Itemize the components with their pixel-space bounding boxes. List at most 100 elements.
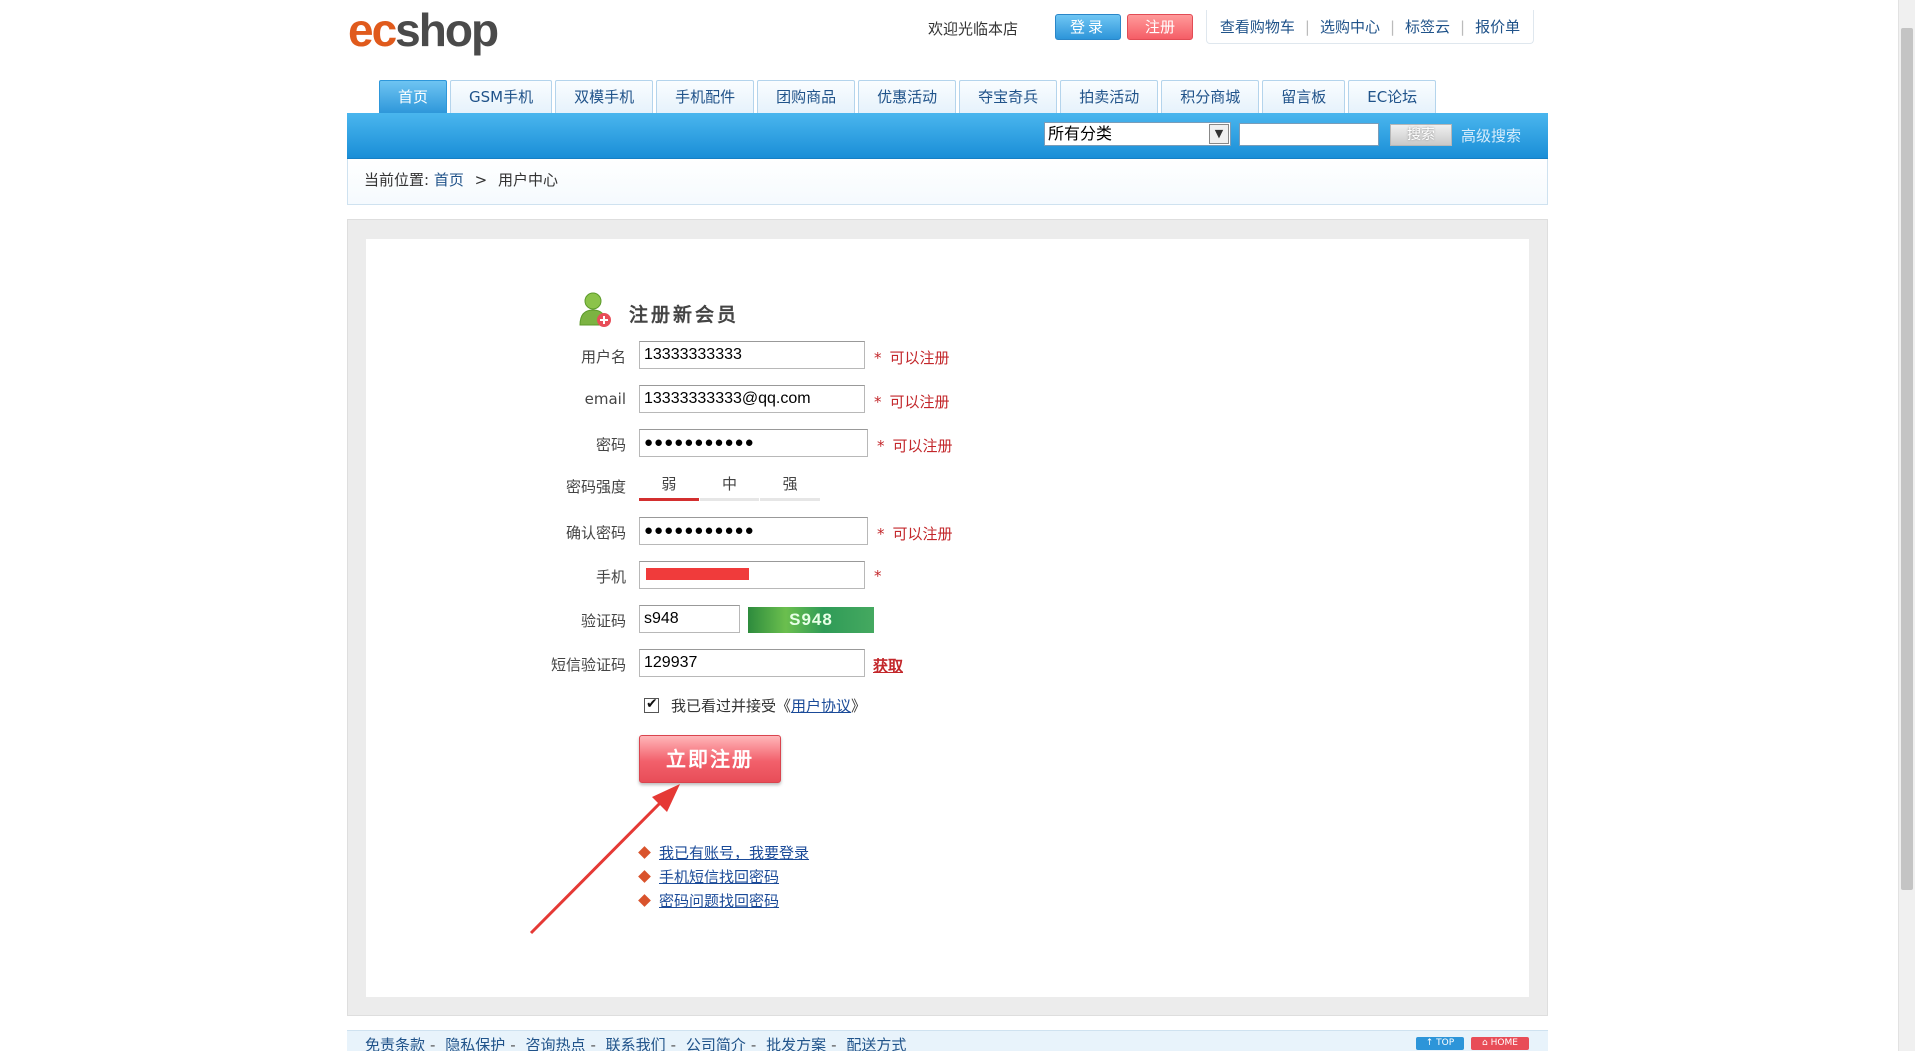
footer-link-about[interactable]: 公司简介 [686, 1036, 746, 1051]
confirm-password-label: 确认密码 [565, 524, 626, 542]
tab-auction[interactable]: 拍卖活动 [1060, 80, 1159, 113]
chevron-down-icon[interactable]: ▼ [1209, 124, 1229, 144]
phone-field[interactable] [639, 561, 865, 589]
category-select-value: 所有分类 [1048, 124, 1113, 143]
password-strength-label: 密码强度 [565, 478, 626, 496]
password-strength-row: 密码强度 弱 中 强 [366, 471, 1529, 501]
breadcrumb-current: 用户中心 [498, 171, 559, 189]
list-item: 密码问题找回密码 [638, 888, 809, 912]
agreement-text-end: 》 [851, 697, 867, 715]
email-label: email [584, 390, 626, 408]
search-bar: 所有分类 ▼ 搜索 高级搜索 [347, 113, 1548, 159]
tab-group-buy[interactable]: 团购商品 [757, 80, 856, 113]
search-button[interactable]: 搜索 [1390, 124, 1452, 146]
add-user-icon [579, 292, 611, 327]
tag-cloud-link[interactable]: 标签云 [1395, 16, 1460, 37]
password-field[interactable]: ●●●●●●●●●●● [639, 429, 868, 457]
register-submit-button[interactable]: 立即注册 [639, 735, 781, 783]
tab-message-board[interactable]: 留言板 [1262, 80, 1346, 113]
account-links: 我已有账号，我要登录 手机短信找回密码 密码问题找回密码 [638, 840, 809, 912]
footer-links: 免责条款 - 隐私保护 - 咨询热点 - 联系我们 - 公司简介 - 批发方案 - 配送方式 [365, 1034, 906, 1051]
footer-link-disclaimer[interactable]: 免责条款 [365, 1036, 425, 1051]
footer-link-shipping[interactable]: 配送方式 [846, 1036, 906, 1051]
confirm-password-row: 确认密码 ●●●●●●●●●●● * 可以注册 [366, 517, 1529, 547]
username-row: 用户名 13333333333 * 可以注册 [366, 341, 1529, 371]
breadcrumb-separator: > [474, 171, 488, 189]
agreement-text: 我已看过并接受《 [671, 697, 792, 715]
password-label: 密码 [595, 436, 626, 454]
tab-gsm[interactable]: GSM手机 [450, 80, 553, 113]
logo-ec-text: ec [348, 4, 397, 56]
sms-code-label: 短信验证码 [550, 656, 626, 674]
strength-medium: 中 [699, 471, 760, 501]
ecshop-logo[interactable]: ec shop [348, 4, 499, 56]
pick-center-link[interactable]: 选购中心 [1310, 16, 1390, 37]
confirm-password-field[interactable]: ●●●●●●●●●●● [639, 517, 868, 545]
tab-home[interactable]: 首页 [379, 80, 448, 113]
register-title: 注册新会员 [579, 291, 739, 329]
username-label: 用户名 [580, 348, 626, 366]
required-star: * [874, 349, 882, 367]
tab-promotions[interactable]: 优惠活动 [858, 80, 957, 113]
get-sms-code-link[interactable]: 获取 [873, 655, 903, 676]
footer-link-privacy[interactable]: 隐私保护 [445, 1036, 505, 1051]
breadcrumb: 当前位置: 首页 > 用户中心 [347, 159, 1548, 205]
cart-link[interactable]: 查看购物车 [1210, 16, 1305, 37]
sms-code-row: 短信验证码 129937 获取 [366, 649, 1529, 679]
back-to-top-button[interactable]: ↑ TOP [1416, 1037, 1464, 1050]
main-content: 注册新会员 用户名 13333333333 * 可以注册 email 133333… [347, 219, 1548, 1016]
page: ec shop 欢迎光临本店 登录 注册 查看购物车 | 选购中心 | 标签云 | 报价… [0, 0, 1915, 1051]
register-title-text: 注册新会员 [629, 303, 740, 326]
username-status-text: 可以注册 [889, 349, 950, 367]
question-recover-link[interactable]: 密码问题找回密码 [659, 890, 779, 911]
tab-treasure[interactable]: 夺宝奇兵 [959, 80, 1058, 113]
list-item: 手机短信找回密码 [638, 864, 809, 888]
password-row: 密码 ●●●●●●●●●●● * 可以注册 [366, 429, 1529, 459]
list-item: 我已有账号，我要登录 [638, 840, 809, 864]
register-button[interactable]: 注册 [1127, 14, 1193, 40]
breadcrumb-prefix: 当前位置: [364, 171, 430, 189]
required-star: * [874, 393, 882, 411]
confirm-password-status: * 可以注册 [877, 523, 953, 544]
login-existing-link[interactable]: 我已有账号，我要登录 [659, 842, 809, 863]
top-links: 查看购物车 | 选购中心 | 标签云 | 报价单 [1206, 10, 1534, 44]
breadcrumb-home-link[interactable]: 首页 [434, 171, 464, 189]
tab-accessories[interactable]: 手机配件 [656, 80, 755, 113]
quote-link[interactable]: 报价单 [1465, 16, 1530, 37]
bullet-icon [638, 893, 651, 907]
phone-row: 手机 * [366, 561, 1529, 591]
scrollbar-thumb[interactable] [1901, 28, 1913, 890]
bullet-icon [638, 869, 651, 883]
agreement-row: 我已看过并接受《用户协议》 [644, 695, 866, 716]
phone-label: 手机 [595, 568, 626, 586]
tab-points-mall[interactable]: 积分商城 [1161, 80, 1260, 113]
email-status-text: 可以注册 [889, 393, 950, 411]
captcha-image[interactable]: S948 [748, 607, 874, 633]
search-input[interactable] [1239, 123, 1379, 146]
footer-link-wholesale[interactable]: 批发方案 [766, 1036, 826, 1051]
tab-dual-mode[interactable]: 双模手机 [555, 80, 654, 113]
sms-recover-link[interactable]: 手机短信找回密码 [659, 866, 779, 887]
footer-link-hotline[interactable]: 咨询热点 [525, 1036, 585, 1051]
captcha-field[interactable]: s948 [639, 605, 740, 633]
advanced-search-link[interactable]: 高级搜索 [1461, 125, 1521, 146]
home-button[interactable]: ⌂ HOME [1471, 1037, 1529, 1050]
email-row: email 13333333333@qq.com * 可以注册 [366, 385, 1529, 415]
password-status: * 可以注册 [877, 435, 953, 456]
user-agreement-link[interactable]: 用户协议 [791, 695, 851, 716]
captcha-label: 验证码 [580, 612, 626, 630]
footer: 免责条款 - 隐私保护 - 咨询热点 - 联系我们 - 公司简介 - 批发方案 - 配送方式… [347, 1030, 1548, 1051]
email-status: * 可以注册 [874, 391, 950, 412]
email-field[interactable]: 13333333333@qq.com [639, 385, 865, 413]
footer-link-contact[interactable]: 联系我们 [606, 1036, 666, 1051]
login-button[interactable]: 登录 [1055, 14, 1121, 40]
phone-required: * [874, 567, 882, 585]
tab-ec-forum[interactable]: EC论坛 [1348, 80, 1437, 113]
sms-code-field[interactable]: 129937 [639, 649, 865, 677]
vertical-scrollbar[interactable] [1898, 0, 1915, 1051]
password-strength-meter: 弱 中 强 [639, 471, 821, 501]
username-field[interactable]: 13333333333 [639, 341, 865, 369]
category-select[interactable]: 所有分类 ▼ [1044, 122, 1231, 146]
agreement-checkbox[interactable] [644, 696, 659, 713]
strength-weak: 弱 [639, 471, 699, 501]
